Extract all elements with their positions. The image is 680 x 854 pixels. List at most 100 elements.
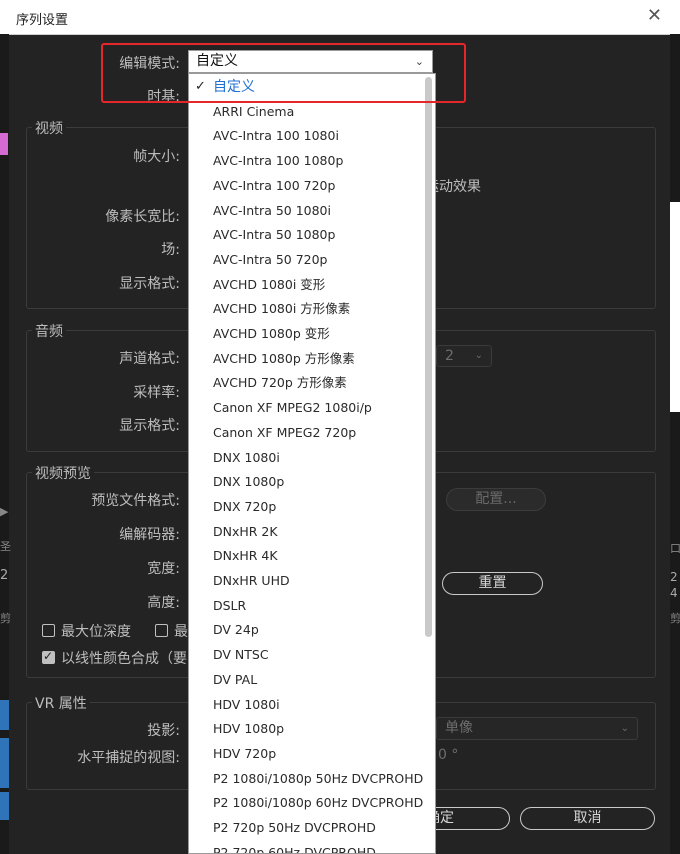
dropdown-item[interactable]: DSLR — [189, 594, 421, 618]
dropdown-scrollbar[interactable] — [425, 77, 432, 637]
dropdown-item[interactable]: ARRI Cinema — [189, 100, 421, 124]
dropdown-item[interactable]: HDV 1080i — [189, 693, 421, 717]
dropdown-item[interactable]: DV PAL — [189, 668, 421, 692]
max-bit-depth-checkbox[interactable] — [42, 624, 55, 637]
background-edge-glyph: 2 — [0, 568, 9, 583]
dropdown-item[interactable]: AVC-Intra 50 720p — [189, 248, 421, 272]
dropdown-item-label: Canon XF MPEG2 720p — [213, 424, 357, 440]
dropdown-item[interactable]: DNX 1080i — [189, 446, 421, 470]
reset-button[interactable]: 重置 — [442, 572, 543, 595]
dropdown-item[interactable]: AVCHD 1080p 变形 — [189, 322, 421, 346]
background-clip-3 — [0, 792, 9, 820]
dropdown-item[interactable]: DNX 1080p — [189, 470, 421, 494]
preview-file-format-label: 预览文件格式: — [91, 493, 180, 509]
background-edge-glyph: 口 — [670, 542, 680, 555]
dropdown-item[interactable]: AVCHD 720p 方形像素 — [189, 371, 421, 395]
title-bar: 序列设置 ✕ — [0, 0, 680, 35]
dropdown-item-label: ARRI Cinema — [213, 103, 295, 119]
dropdown-item[interactable]: P2 720p 50Hz DVCPROHD — [189, 816, 421, 840]
audio-section-title: 音频 — [32, 321, 66, 341]
edit-mode-dropdown-list[interactable]: ✓ 自定义 ARRI Cinema AVC-Intra 100 1080i AVC-In… — [188, 73, 436, 854]
background-preview-strip — [670, 202, 680, 412]
dropdown-item[interactable]: DV NTSC — [189, 643, 421, 667]
dropdown-item[interactable]: P2 1080i/1080p 50Hz DVCPROHD — [189, 767, 423, 791]
projection-label: 投影: — [147, 723, 180, 739]
dropdown-item-label: AVC-Intra 50 720p — [213, 251, 328, 267]
dropdown-item[interactable]: AVC-Intra 100 1080i — [189, 124, 421, 148]
dropdown-item[interactable]: AVCHD 1080i 方形像素 — [189, 297, 421, 321]
width-label: 宽度: — [147, 561, 180, 577]
field-label: 场: — [161, 242, 180, 258]
dropdown-item-label: AVCHD 1080p 变形 — [213, 326, 330, 341]
dropdown-item-label: P2 720p 60Hz DVCPROHD — [213, 844, 376, 854]
dropdown-item-label: DNX 720p — [213, 498, 277, 514]
dropdown-item-label: DNxHR 2K — [213, 523, 278, 539]
dropdown-item[interactable]: P2 720p 60Hz DVCPROHD — [189, 841, 421, 854]
dropdown-item[interactable]: AVC-Intra 50 1080p — [189, 223, 421, 247]
channel-format-label: 声道格式: — [119, 351, 180, 367]
dropdown-item-label: AVC-Intra 50 1080p — [213, 227, 336, 243]
background-clip-1 — [0, 700, 9, 730]
background-edge-glyph: 剪 — [670, 612, 680, 625]
dropdown-item[interactable]: HDV 720p — [189, 742, 421, 766]
background-clip-2 — [0, 738, 9, 788]
background-left-edge — [0, 34, 9, 854]
dropdown-item-label: AVC-Intra 100 720p — [213, 177, 336, 193]
dropdown-item-label: HDV 720p — [213, 745, 277, 761]
dropdown-item-label: DNX 1080i — [213, 449, 280, 465]
horizontal-view-label: 水平捕捉的视图: — [77, 750, 180, 766]
audio-display-format-label: 显示格式: — [119, 418, 180, 434]
dropdown-item[interactable]: DNxHR UHD — [189, 569, 421, 593]
dropdown-item[interactable]: AVC-Intra 50 1080i — [189, 199, 421, 223]
dropdown-item-label: DSLR — [213, 597, 247, 613]
dropdown-item-label: AVCHD 1080p 方形像素 — [213, 350, 355, 366]
dropdown-item[interactable]: P2 1080i/1080p 60Hz DVCPROHD — [189, 791, 424, 815]
cancel-button[interactable]: 取消 — [520, 807, 655, 830]
max-render-quality-checkbox[interactable] — [155, 624, 168, 637]
configure-button[interactable]: 配置... — [446, 488, 546, 511]
dropdown-item-label: DNxHR UHD — [213, 573, 290, 588]
max-bit-depth-label: 最大位深度 — [61, 624, 131, 640]
close-icon[interactable]: ✕ — [647, 6, 662, 26]
video-section-title: 视频 — [32, 118, 66, 138]
dropdown-item-label: P2 1080i/1080p 60Hz DVCPROHD — [213, 795, 424, 811]
sequence-settings-dialog: 序列设置 ✕ ▶ 圣 2 剪 口 2 4 剪 编辑模式: 自定义 ⌄ 时基: 视… — [0, 0, 680, 854]
dropdown-item[interactable]: Canon XF MPEG2 720p — [189, 421, 421, 445]
dropdown-item-label: P2 720p 50Hz DVCPROHD — [213, 820, 376, 835]
dropdown-item-label: AVC-Intra 50 1080i — [213, 202, 331, 218]
dropdown-item[interactable]: AVC-Intra 100 1080p — [189, 149, 421, 173]
dialog-title: 序列设置 — [16, 13, 69, 28]
dropdown-item-label: DV NTSC — [213, 647, 269, 663]
dropdown-item[interactable]: DNX 720p — [189, 495, 421, 519]
linear-color-checkbox[interactable] — [42, 649, 55, 664]
dropdown-item[interactable]: DV 24p — [189, 618, 421, 642]
dropdown-item-label: DV 24p — [213, 622, 259, 638]
dropdown-item-label: AVCHD 1080i 变形 — [213, 276, 326, 292]
dropdown-item[interactable]: DNxHR 2K — [189, 520, 421, 544]
dropdown-item[interactable]: AVCHD 1080i 变形 — [189, 273, 421, 297]
background-edge-glyph: 剪 — [0, 612, 11, 625]
highlight-annotation — [101, 43, 466, 103]
dropdown-item[interactable]: AVC-Intra 100 720p — [189, 174, 421, 198]
projection-select[interactable]: 单像 ⌄ — [436, 717, 638, 740]
dropdown-item-label: AVC-Intra 100 1080i — [213, 128, 339, 144]
dropdown-item-label: DV PAL — [213, 671, 258, 687]
frame-size-label: 帧大小: — [133, 149, 180, 165]
sample-rate-label: 采样率: — [133, 385, 180, 401]
max-render-quality-label: 最 — [174, 624, 188, 640]
video-preview-section-title: 视频预览 — [32, 463, 94, 483]
dropdown-item-label: HDV 1080i — [213, 696, 280, 712]
projection-value: 单像 — [445, 720, 473, 736]
channel-count-select[interactable]: 2 ⌄ — [436, 345, 492, 367]
vr-section-title: VR 属性 — [32, 693, 90, 713]
dropdown-item[interactable]: Canon XF MPEG2 1080i/p — [189, 396, 421, 420]
background-track-clip — [0, 133, 8, 155]
dropdown-item[interactable]: DNxHR 4K — [189, 544, 421, 568]
dropdown-item-label: AVC-Intra 100 1080p — [213, 153, 344, 169]
dropdown-item-label: AVCHD 720p 方形像素 — [213, 375, 347, 391]
dropdown-item[interactable]: HDV 1080p — [189, 717, 421, 741]
dropdown-item-label: AVCHD 1080i 方形像素 — [213, 301, 351, 317]
video-display-format-label: 显示格式: — [119, 276, 180, 292]
dropdown-item[interactable]: AVCHD 1080p 方形像素 — [189, 347, 421, 371]
channel-count-value: 2 — [445, 348, 454, 364]
